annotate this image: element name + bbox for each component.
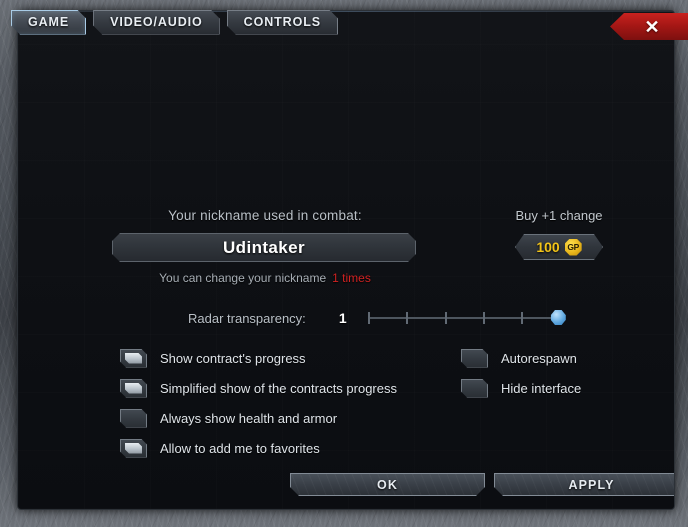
checkbox-unchecked-icon[interactable] bbox=[120, 409, 147, 428]
checkbox-checked-icon[interactable] bbox=[120, 379, 147, 398]
tab-controls[interactable]: CONTROLS bbox=[227, 10, 338, 35]
tab-bar: GAME VIDEO/AUDIO CONTROLS bbox=[0, 7, 338, 37]
tab-label: CONTROLS bbox=[243, 15, 322, 29]
right-option-row[interactable]: Autorespawn bbox=[461, 343, 581, 373]
slider-handle[interactable] bbox=[550, 310, 566, 325]
buy-change-block: Buy +1 change 100 GP bbox=[499, 208, 619, 260]
tab-label: GAME bbox=[28, 15, 70, 29]
slider-tick bbox=[444, 312, 447, 324]
left-option-row[interactable]: Always show health and armor bbox=[120, 403, 397, 433]
radar-transparency-row: Radar transparency: 1 bbox=[188, 310, 566, 326]
footer-buttons: OK APPLY bbox=[18, 473, 674, 503]
option-label: Autorespawn bbox=[501, 350, 577, 366]
radar-transparency-value: 1 bbox=[338, 310, 347, 326]
ok-button[interactable]: OK bbox=[290, 473, 485, 496]
radar-transparency-label: Radar transparency: bbox=[188, 310, 306, 326]
tab-video-audio[interactable]: VIDEO/AUDIO bbox=[93, 10, 220, 35]
gp-currency-icon: GP bbox=[565, 239, 582, 256]
right-option-row[interactable]: Hide interface bbox=[461, 373, 581, 403]
nickname-value: Udintaker bbox=[222, 237, 305, 257]
option-label: Always show health and armor bbox=[160, 410, 338, 426]
option-label: Simplified show of the contracts progres… bbox=[160, 380, 397, 396]
apply-button[interactable]: APPLY bbox=[494, 473, 675, 496]
checkbox-checked-icon[interactable] bbox=[120, 349, 147, 368]
nickname-help-text: You can change your nickname bbox=[159, 271, 327, 285]
option-label: Allow to add me to favorites bbox=[160, 440, 320, 456]
buy-change-label: Buy +1 change bbox=[515, 208, 603, 223]
slider-tick bbox=[367, 312, 370, 324]
option-label: Show contract's progress bbox=[160, 350, 306, 366]
checkmark-icon bbox=[125, 353, 142, 364]
slider-line bbox=[367, 317, 560, 319]
settings-content: Your nickname used in combat: Udintaker … bbox=[18, 55, 674, 465]
checkmark-icon bbox=[125, 383, 142, 394]
tab-label: VIDEO/AUDIO bbox=[110, 15, 203, 29]
close-icon: ✕ bbox=[644, 16, 660, 37]
nickname-change-count: 1 times bbox=[332, 271, 371, 285]
settings-window: Your nickname used in combat: Udintaker … bbox=[17, 10, 675, 510]
buy-change-button[interactable]: 100 GP bbox=[515, 234, 603, 260]
left-option-row[interactable]: Simplified show of the contracts progres… bbox=[120, 373, 397, 403]
slider-tick bbox=[521, 312, 524, 324]
close-button[interactable]: ✕ bbox=[610, 13, 688, 40]
options-column-left: Show contract's progress Simplified show … bbox=[120, 343, 397, 463]
options-column-right: Autorespawn Hide interface bbox=[461, 343, 581, 403]
nickname-input[interactable]: Udintaker bbox=[112, 233, 416, 262]
game-settings-screen: Your nickname used in combat: Udintaker … bbox=[0, 0, 688, 527]
nickname-label: Your nickname used in combat: bbox=[168, 208, 362, 223]
nickname-help: You can change your nickname 1 times bbox=[25, 271, 505, 285]
checkbox-unchecked-icon[interactable] bbox=[461, 379, 488, 398]
slider-tick bbox=[406, 312, 409, 324]
option-label: Hide interface bbox=[501, 380, 582, 396]
checkmark-icon bbox=[125, 443, 142, 454]
checkbox-unchecked-icon[interactable] bbox=[461, 349, 488, 368]
apply-button-label: APPLY bbox=[568, 477, 615, 492]
checkbox-checked-icon[interactable] bbox=[120, 439, 147, 458]
tab-game[interactable]: GAME bbox=[11, 10, 86, 35]
radar-transparency-slider[interactable] bbox=[367, 310, 566, 326]
left-option-row[interactable]: Show contract's progress bbox=[120, 343, 397, 373]
left-option-row[interactable]: Allow to add me to favorites bbox=[120, 433, 397, 463]
slider-tick bbox=[482, 312, 485, 324]
ok-button-label: OK bbox=[377, 477, 398, 492]
buy-price-amount: 100 bbox=[536, 239, 560, 255]
